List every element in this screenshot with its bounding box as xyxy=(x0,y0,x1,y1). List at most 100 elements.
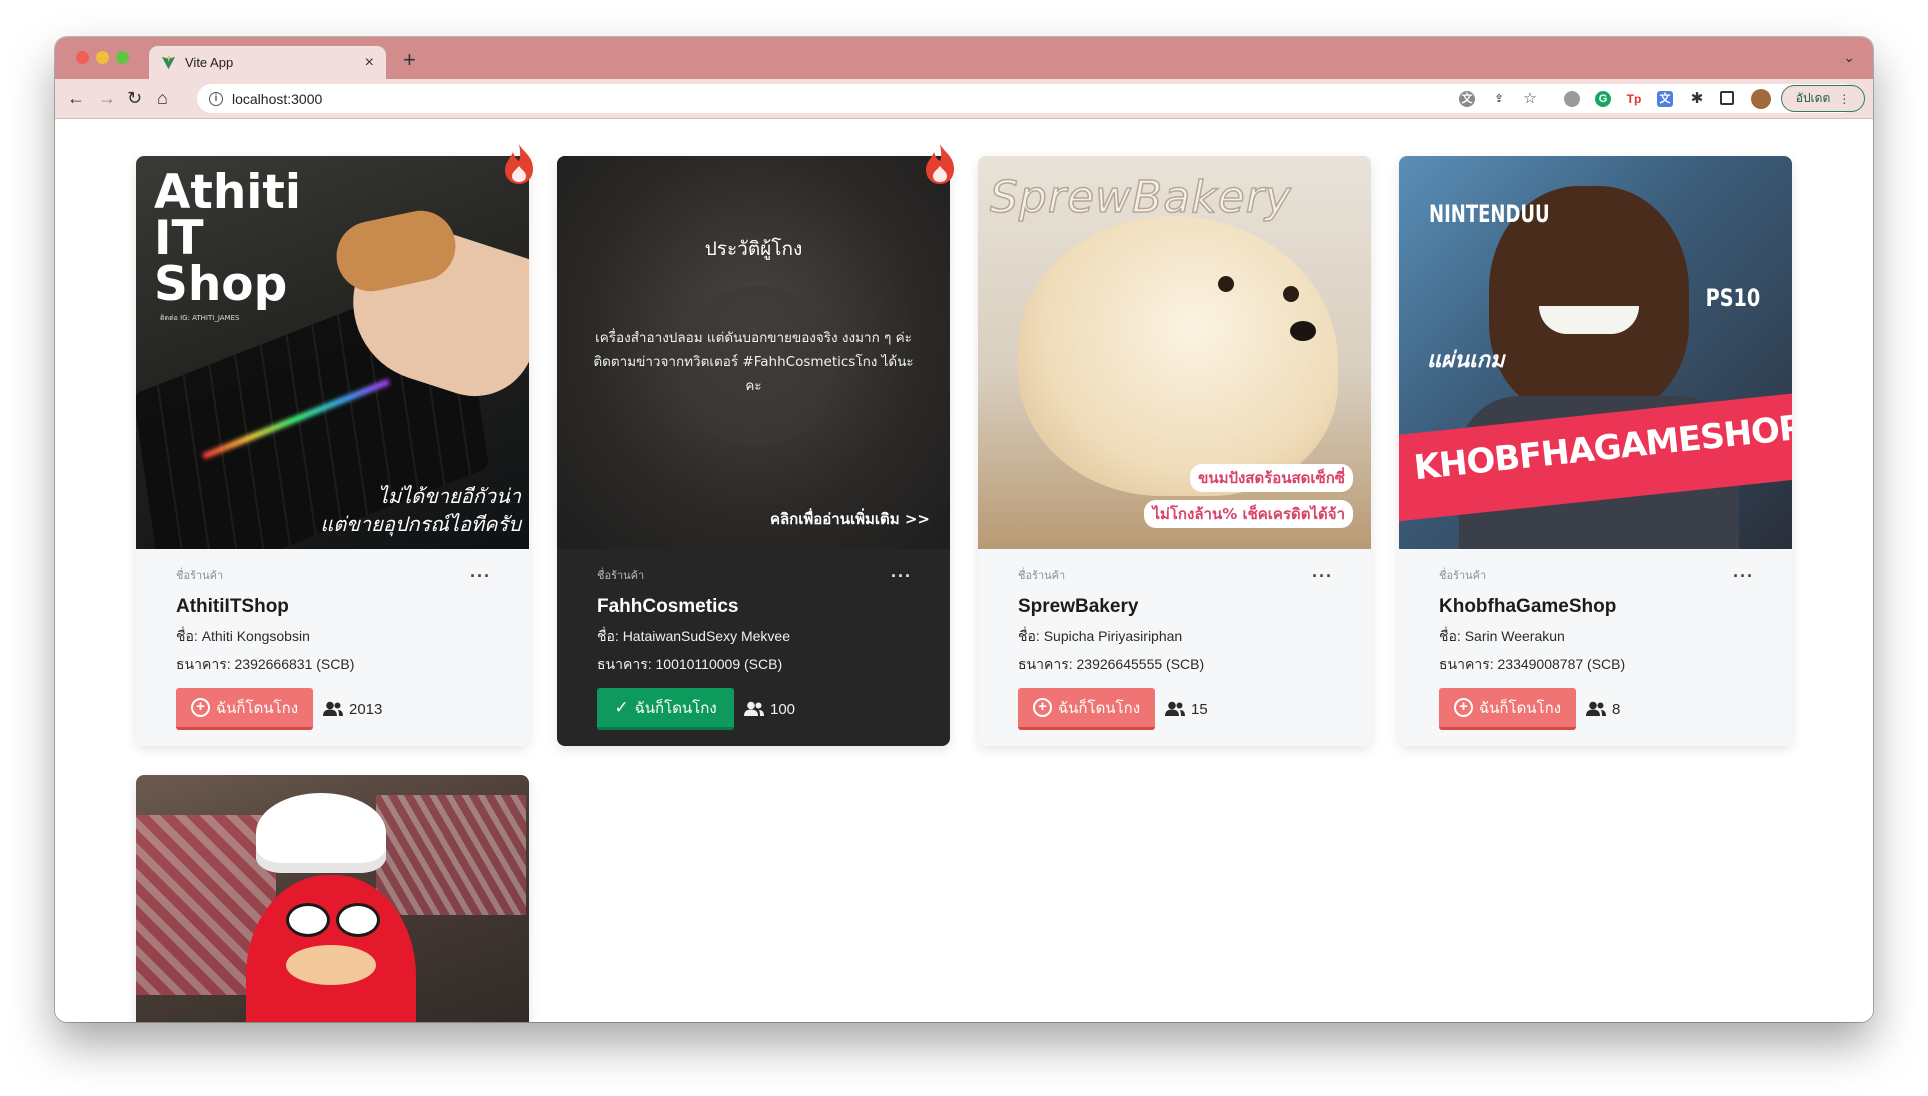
image-caption-bottom2: แต่ขายอุปกรณ์ไอทีครับ xyxy=(320,512,521,536)
victim-count: 15 xyxy=(1164,701,1208,718)
bank-account: ธนาคาร: 23349008787 (SCB) xyxy=(1439,656,1626,672)
report-scam-button[interactable]: + ฉันก็โดนโกง xyxy=(1018,688,1155,730)
owner-name: ชื่อ: Supicha Piriyasiriphan xyxy=(1018,628,1183,644)
extension-gray-icon[interactable] xyxy=(1564,91,1580,107)
card-body: ชื่อร้านค้า ··· AthitiITShop ชื่อ: Athit… xyxy=(176,566,509,730)
tab-title: Vite App xyxy=(185,55,234,70)
meat-image xyxy=(376,795,526,915)
update-button[interactable]: อัปเดต ⋮ xyxy=(1781,85,1865,112)
share-icon[interactable]: ⇪ xyxy=(1491,91,1507,107)
update-label: อัปเดต xyxy=(1795,91,1831,105)
shop-card[interactable]: KHOBFHAGAMESHOP NINTENDUU PS10 แผ่นเกม ช… xyxy=(1399,156,1792,746)
image-caption-side: แผ่นเกม xyxy=(1427,348,1505,373)
grammarly-icon[interactable]: G xyxy=(1595,91,1611,107)
owner-name: ชื่อ: Athiti Kongsobsin xyxy=(176,628,310,644)
forward-arrow-icon[interactable]: → xyxy=(98,88,116,109)
shop-card[interactable]: Athiti IT Shop ติดต่อ IG: ATHITI_JAMES ไ… xyxy=(136,144,533,746)
browser-toolbar: ← → ↻ ⌂ i localhost:3000 文 ⇪ ☆ G Tp 文 ✱ … xyxy=(55,79,1873,119)
shop-image[interactable] xyxy=(136,775,529,1022)
translate-icon[interactable]: 文 xyxy=(1459,91,1475,107)
shop-card[interactable] xyxy=(136,775,529,1022)
puzzle-extensions-icon[interactable]: ✱ xyxy=(1689,91,1705,107)
browser-tab[interactable]: Vite App × xyxy=(149,46,386,79)
tab-list-chevron-icon[interactable]: ⌄ xyxy=(1843,49,1855,66)
more-options-icon[interactable]: ··· xyxy=(470,566,491,587)
browser-window: Vite App × + ⌄ ← → ↻ ⌂ i localhost:3000 … xyxy=(55,37,1873,1022)
report-scam-button[interactable]: ✓ ฉันก็โดนโกง xyxy=(597,688,734,730)
users-icon xyxy=(1165,701,1185,716)
bookmark-star-icon[interactable]: ☆ xyxy=(1522,91,1538,107)
victim-count: 8 xyxy=(1585,701,1620,718)
shop-label: ชื่อร้านค้า xyxy=(176,570,224,582)
tp-extension-icon[interactable]: Tp xyxy=(1626,91,1642,107)
shop-card[interactable]: ประวัติผู้โกง เครื่องสำอางปลอม แต่ดันบอก… xyxy=(557,144,954,746)
shop-label: ชื่อร้านค้า xyxy=(1018,570,1066,582)
card-actions: ✓ ฉันก็โดนโกง 100 xyxy=(597,688,930,730)
bread-dog-image xyxy=(1018,216,1338,496)
chef-hat xyxy=(256,793,386,873)
shop-name: SprewBakery xyxy=(1018,596,1139,617)
card-actions: + ฉันก็โดนโกง 8 xyxy=(1439,688,1772,730)
report-scam-button[interactable]: + ฉันก็โดนโกง xyxy=(1439,688,1576,730)
image-caption-sub: ติดต่อ IG: ATHITI_JAMES xyxy=(160,314,240,322)
shop-label: ชื่อร้านค้า xyxy=(597,570,645,582)
shop-name: FahhCosmetics xyxy=(597,596,739,617)
new-tab-button[interactable]: + xyxy=(403,47,416,73)
character-mouth xyxy=(286,945,376,985)
users-icon xyxy=(1586,701,1606,716)
report-scam-label: ฉันก็โดนโกง xyxy=(1478,699,1562,717)
card-body: ชื่อร้านค้า ··· SprewBakery ชื่อ: Supich… xyxy=(1018,566,1351,730)
owner-name: ชื่อ: Sarin Weerakun xyxy=(1439,628,1565,644)
menu-dots-icon[interactable]: ⋮ xyxy=(1838,92,1850,106)
side-panel-icon[interactable] xyxy=(1720,91,1734,105)
shop-image-overlay[interactable]: ประวัติผู้โกง เครื่องสำอางปลอม แต่ดันบอก… xyxy=(557,156,950,549)
victim-count-value: 15 xyxy=(1191,700,1208,718)
more-options-icon[interactable]: ··· xyxy=(891,566,912,587)
character-eye xyxy=(286,903,330,937)
dog-nose xyxy=(1290,321,1316,341)
minimize-window-button[interactable] xyxy=(96,51,109,64)
shop-label: ชื่อร้านค้า xyxy=(1439,570,1487,582)
image-caption-title: SprewBakery xyxy=(989,171,1292,224)
users-icon xyxy=(744,701,764,716)
scam-history-text: เครื่องสำอางปลอม แต่ดันบอกขายของจริง งงม… xyxy=(593,330,914,394)
shop-card[interactable]: SprewBakery ขนมปังสดร้อนสดเซ็กซี่ ไม่โกง… xyxy=(978,156,1371,746)
dog-eye-right xyxy=(1283,286,1299,302)
translate-extension-icon[interactable]: 文 xyxy=(1657,91,1673,107)
dog-eye-left xyxy=(1218,276,1234,292)
fire-icon xyxy=(926,144,954,184)
image-caption-title: Athiti IT Shop xyxy=(154,165,301,312)
browser-titlebar: Vite App × + ⌄ xyxy=(55,37,1873,79)
shop-name: AthitiITShop xyxy=(176,596,289,617)
site-info-icon[interactable]: i xyxy=(209,91,223,106)
victim-count-value: 2013 xyxy=(349,700,383,718)
shop-image[interactable]: Athiti IT Shop ติดต่อ IG: ATHITI_JAMES ไ… xyxy=(136,156,529,549)
victim-count-value: 100 xyxy=(770,700,796,718)
image-caption-ps: PS10 xyxy=(1705,284,1760,312)
profile-avatar[interactable] xyxy=(1751,89,1771,109)
shop-image[interactable]: SprewBakery ขนมปังสดร้อนสดเซ็กซี่ ไม่โกง… xyxy=(978,156,1371,549)
bank-account: ธนาคาร: 23926645555 (SCB) xyxy=(1018,656,1205,672)
victim-count: 100 xyxy=(743,701,795,718)
address-url: localhost:3000 xyxy=(232,90,323,107)
back-arrow-icon[interactable]: ← xyxy=(67,88,85,109)
read-more-link[interactable]: คลิกเพื่ออ่านเพิ่มเติม >> xyxy=(770,507,930,531)
card-body: ชื่อร้านค้า ··· KhobfhaGameShop ชื่อ: Sa… xyxy=(1439,566,1772,730)
card-actions: + ฉันก็โดนโกง 15 xyxy=(1018,688,1351,730)
users-icon xyxy=(323,701,343,716)
shop-image[interactable]: KHOBFHAGAMESHOP NINTENDUU PS10 แผ่นเกม xyxy=(1399,156,1792,549)
reload-icon[interactable]: ↻ xyxy=(127,88,142,109)
maximize-window-button[interactable] xyxy=(116,51,129,64)
check-icon: ✓ xyxy=(614,697,629,717)
victim-count-value: 8 xyxy=(1612,700,1621,718)
report-scam-label: ฉันก็โดนโกง xyxy=(1057,699,1141,717)
more-options-icon[interactable]: ··· xyxy=(1312,566,1333,587)
home-icon[interactable]: ⌂ xyxy=(157,88,168,109)
close-window-button[interactable] xyxy=(76,51,89,64)
tab-close-icon[interactable]: × xyxy=(365,54,374,72)
more-options-icon[interactable]: ··· xyxy=(1733,566,1754,587)
report-scam-label: ฉันก็โดนโกง xyxy=(215,699,299,717)
scam-history-title: ประวัติผู้โกง xyxy=(704,238,803,260)
report-scam-button[interactable]: + ฉันก็โดนโกง xyxy=(176,688,313,730)
fire-icon xyxy=(505,144,533,184)
